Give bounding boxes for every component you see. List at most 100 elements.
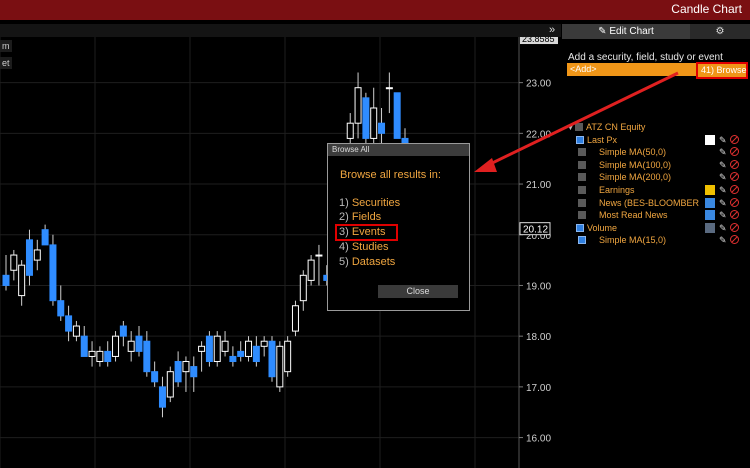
candle-up <box>198 345 206 352</box>
candle-up <box>112 335 120 357</box>
tree-row-atz-cn-equity[interactable]: ▼ ATZ CN Equity <box>566 121 750 133</box>
edit-pencil-icon[interactable]: ✎ <box>719 222 727 234</box>
candle-down <box>2 274 10 286</box>
candle-up <box>96 350 104 363</box>
collapse-arrow-icon[interactable]: ▼ <box>566 121 575 133</box>
tab-edit-chart[interactable]: ✎ Edit Chart <box>562 24 690 39</box>
price-tick-label: 21.00 <box>526 180 551 191</box>
chart-svg[interactable]: 23.0022.0021.0020.0019.0018.0017.0016.00… <box>0 37 561 468</box>
chart-toolbar <box>0 24 561 37</box>
browse-all-dialog: Browse All Browse all results in: 1) Sec… <box>327 143 470 311</box>
edit-pencil-icon[interactable]: ✎ <box>719 197 727 209</box>
candle-up <box>221 340 229 352</box>
candle-down <box>393 92 401 139</box>
tree-row-simple-ma-200-0[interactable]: Simple MA(200,0) ✎ <box>566 171 750 183</box>
settings-icon[interactable]: ⚙ <box>700 24 740 39</box>
delete-icon[interactable] <box>730 172 739 182</box>
option-fields[interactable]: 2) Fields <box>339 211 381 223</box>
edit-pencil-icon[interactable]: ✎ <box>719 234 727 246</box>
edit-chart-panel: ✎ Edit Chart ⚙ Add a security, field, st… <box>562 22 750 468</box>
visibility-checkbox[interactable] <box>578 160 586 169</box>
tree-row-simple-ma-100-0[interactable]: Simple MA(100,0) ✎ <box>566 159 750 171</box>
tree-row-label: News (BES-BLOOMBER <box>599 197 700 208</box>
edit-pencil-icon[interactable]: ✎ <box>719 171 727 183</box>
color-swatch[interactable] <box>705 134 715 145</box>
delete-icon[interactable] <box>730 222 739 232</box>
candle-down <box>135 335 143 352</box>
option-label: Datasets <box>351 256 396 268</box>
price-tick-label: 18.00 <box>526 332 551 343</box>
delete-icon[interactable] <box>730 147 739 157</box>
tree-row-simple-ma-15-0[interactable]: Simple MA(15,0) ✎ <box>566 234 750 246</box>
color-swatch[interactable] <box>705 197 715 208</box>
delete-icon[interactable] <box>730 159 739 169</box>
price-tick-label: 17.00 <box>526 383 551 394</box>
price-tick-label: 23.00 <box>526 79 551 90</box>
close-button[interactable]: Close <box>378 285 458 298</box>
delete-icon[interactable] <box>730 235 739 245</box>
add-security-input[interactable]: <Add> <box>567 63 697 76</box>
candle-up <box>315 254 323 257</box>
candle-up <box>284 340 292 373</box>
candle-down <box>190 366 198 378</box>
candle-down <box>80 335 88 357</box>
candle-up <box>166 371 174 398</box>
candle-down <box>25 239 33 276</box>
visibility-checkbox[interactable] <box>576 223 584 232</box>
candle-down <box>252 345 260 363</box>
visibility-checkbox[interactable] <box>578 186 586 194</box>
panel-tabs: ✎ Edit Chart ⚙ <box>562 24 750 39</box>
visibility-checkbox[interactable] <box>578 148 586 157</box>
edit-icon: ✎ <box>598 26 607 37</box>
candle-down <box>151 371 159 383</box>
edit-pencil-icon[interactable]: ✎ <box>719 134 727 146</box>
visibility-checkbox[interactable] <box>575 123 583 131</box>
delete-icon[interactable] <box>730 185 739 194</box>
option-datasets[interactable]: 5) Datasets <box>339 256 395 268</box>
candle-up <box>33 249 41 261</box>
delete-icon[interactable] <box>730 197 739 207</box>
candle-up <box>182 361 190 373</box>
edit-pencil-icon[interactable]: ✎ <box>719 159 727 171</box>
events-highlight-box <box>335 224 398 241</box>
collapse-panel-icon[interactable]: » <box>549 24 555 37</box>
tree-row-label: Last Px <box>587 134 618 145</box>
option-label: Fields <box>351 211 382 223</box>
option-studies[interactable]: 4) Studies <box>339 241 389 253</box>
delete-icon[interactable] <box>730 134 739 144</box>
delete-icon[interactable] <box>730 210 739 220</box>
tree-row-label: ATZ CN Equity <box>586 122 646 132</box>
candle-up <box>291 305 299 332</box>
candle-up <box>346 122 354 139</box>
option-securities[interactable]: 1) Securities <box>339 197 400 209</box>
tree-row-volume[interactable]: Volume ✎ <box>566 222 750 234</box>
candle-down <box>229 355 237 363</box>
last-price-label: 20.12 <box>523 225 548 236</box>
tree-row-most-read-news[interactable]: Most Read News ✎ <box>566 209 750 221</box>
visibility-checkbox[interactable] <box>578 236 586 245</box>
dialog-title: Browse All <box>328 144 469 156</box>
tree-row-last-px[interactable]: Last Px ✎ <box>566 134 750 146</box>
browse-button[interactable]: 41) Browse <box>696 62 748 79</box>
tree-row-news-bes-bloomber[interactable]: News (BES-BLOOMBER ✎ <box>566 197 750 209</box>
visibility-checkbox[interactable] <box>578 198 586 207</box>
color-swatch[interactable] <box>705 210 715 221</box>
tree-row-label: Simple MA(15,0) <box>599 235 667 246</box>
tree-row-simple-ma-50-0[interactable]: Simple MA(50,0) ✎ <box>566 146 750 158</box>
candle-down <box>237 350 245 357</box>
candle-up <box>18 264 26 297</box>
option-number: 2) <box>339 211 349 223</box>
window-title: Candle Chart <box>671 2 742 16</box>
candle-down <box>205 335 213 363</box>
candle-chart[interactable]: 23.00 22.00 21.00 20.00 19.00 18.00 17.00 16.00… <box>0 37 561 468</box>
visibility-checkbox[interactable] <box>578 211 586 220</box>
tree-row-earnings[interactable]: Earnings ✎ <box>566 184 750 196</box>
visibility-checkbox[interactable] <box>578 173 586 182</box>
edit-pencil-icon[interactable]: ✎ <box>719 184 727 196</box>
edit-pencil-icon[interactable]: ✎ <box>719 209 727 221</box>
edit-pencil-icon[interactable]: ✎ <box>719 146 727 158</box>
visibility-checkbox[interactable] <box>576 135 584 144</box>
color-swatch[interactable] <box>705 222 715 233</box>
color-swatch[interactable] <box>705 185 715 195</box>
candle-down <box>57 300 65 317</box>
